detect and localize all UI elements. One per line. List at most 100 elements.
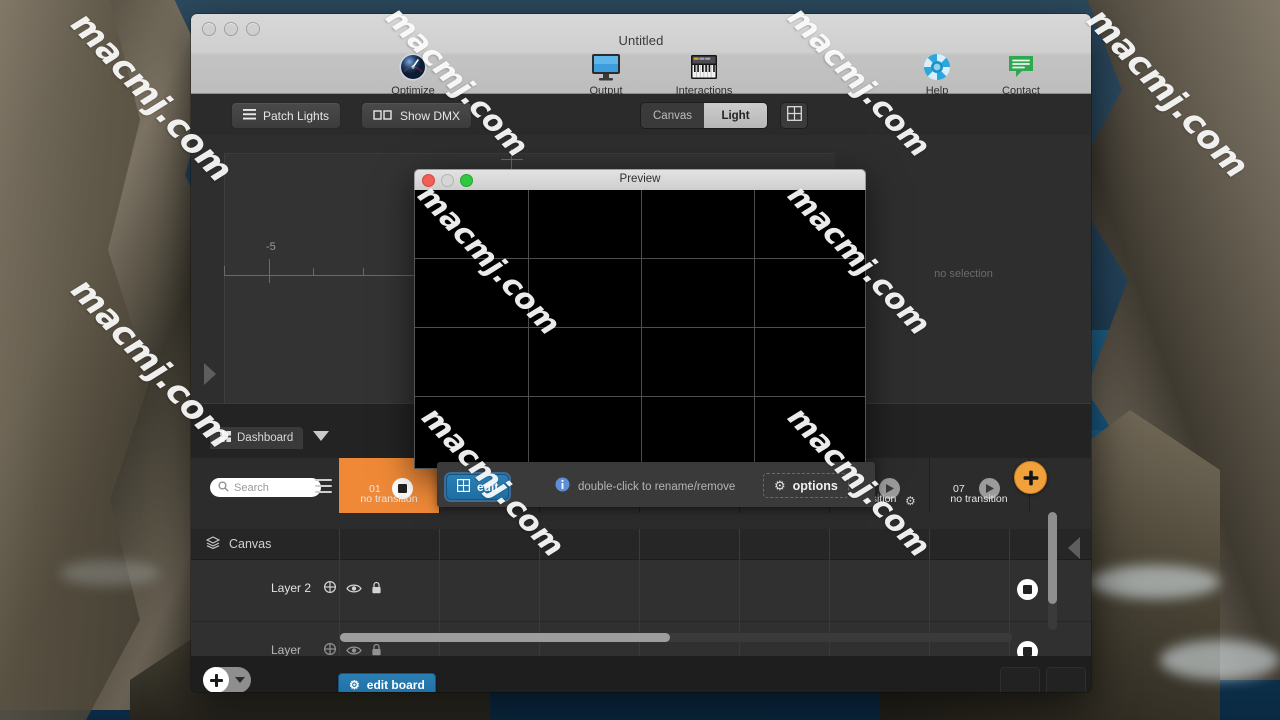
add-button[interactable] xyxy=(203,667,251,692)
show-dmx-button[interactable]: Show DMX xyxy=(361,102,473,129)
preview-canvas[interactable] xyxy=(414,190,866,469)
gear-icon: ⚙ xyxy=(349,678,360,692)
edit-board-button[interactable]: ⚙ edit board xyxy=(338,673,436,692)
search-icon xyxy=(218,480,229,495)
preview-title: Preview xyxy=(619,173,661,185)
horizontal-scrollbar-thumb[interactable] xyxy=(340,633,670,642)
plus-icon xyxy=(203,667,229,692)
toolbar-item-optimize[interactable]: Optimize xyxy=(370,52,456,97)
vertical-scrollbar-thumb[interactable] xyxy=(1048,512,1057,604)
preview-grid-line xyxy=(415,258,865,259)
layer-name: Layer xyxy=(271,643,302,656)
options-button[interactable]: ⚙ options xyxy=(763,473,849,498)
triangle-down-icon[interactable] xyxy=(235,677,245,683)
segment-light[interactable]: Light xyxy=(704,103,767,128)
tab-dashboard-label: Dashboard xyxy=(237,432,294,444)
lifesaver-icon xyxy=(894,52,980,82)
lock-icon[interactable] xyxy=(371,643,382,657)
rename-hint-label: double-click to rename/remove xyxy=(578,481,736,493)
gear-icon[interactable]: ⚙ xyxy=(905,494,916,508)
layer-controls[interactable] xyxy=(323,580,382,599)
right-collapse-arrow[interactable] xyxy=(1068,537,1080,559)
ruler-tick xyxy=(313,268,314,276)
eye-icon[interactable] xyxy=(346,581,362,599)
vertical-scrollbar[interactable] xyxy=(1048,512,1057,630)
patch-lights-label: Patch Lights xyxy=(263,108,330,123)
preview-grid-line xyxy=(415,327,865,328)
search-placeholder: Search xyxy=(234,481,269,494)
tab-dashboard[interactable]: Dashboard xyxy=(210,427,304,449)
monitor-icon xyxy=(563,52,649,82)
layer-group-label: Canvas xyxy=(229,537,272,551)
triangle-down-icon[interactable] xyxy=(313,431,329,441)
cue-slot-07[interactable]: 07 no transition xyxy=(929,458,1030,513)
preview-grid-line xyxy=(528,190,529,468)
segment-canvas[interactable]: Canvas xyxy=(641,103,704,128)
canvas-light-segmented-control[interactable]: Canvas Light xyxy=(640,102,768,129)
main-toolbar: Optimize Output Interactions Help Contac… xyxy=(191,52,1091,98)
grid-view-button[interactable] xyxy=(780,102,808,129)
window-title: Untitled xyxy=(618,33,664,48)
target-icon[interactable] xyxy=(323,642,337,656)
bottom-slot[interactable] xyxy=(1000,667,1040,692)
grid-icon xyxy=(786,105,802,126)
speech-bubble-icon xyxy=(978,52,1064,82)
edit-label: edit xyxy=(477,480,499,494)
cue-transition-label: no transition xyxy=(360,493,418,505)
keyboard-icon xyxy=(661,52,747,82)
ruler-tick xyxy=(363,268,364,276)
eye-icon[interactable] xyxy=(346,643,362,657)
dmx-icon xyxy=(373,109,393,123)
ruler-tick-major xyxy=(269,259,270,283)
layer-stop-button[interactable] xyxy=(1017,641,1038,656)
layers-icon xyxy=(205,536,221,552)
target-icon[interactable] xyxy=(323,580,337,599)
table-row[interactable]: Layer 2 xyxy=(191,559,1091,622)
preview-titlebar[interactable]: Preview xyxy=(414,169,866,190)
preview-grid-line xyxy=(754,190,755,468)
bottom-bar: ⚙ edit board xyxy=(191,656,1091,692)
edit-hint-bar: edit double-click to rename/remove ⚙ opt… xyxy=(437,462,875,507)
gauge-icon xyxy=(370,52,456,82)
search-input[interactable]: Search xyxy=(210,478,321,497)
ruler-tick-vertical xyxy=(511,149,512,171)
layer-controls[interactable] xyxy=(323,642,382,656)
toolbar-item-help[interactable]: Help xyxy=(894,52,980,97)
layer-name: Layer 2 xyxy=(271,581,312,595)
ruler-label: -5 xyxy=(266,241,276,253)
no-selection-label: no selection xyxy=(934,268,993,280)
window-titlebar[interactable]: Untitled Optimize Output Interactions He… xyxy=(191,14,1091,97)
toolbar-item-contact[interactable]: Contact xyxy=(978,52,1064,97)
preview-window[interactable]: Preview xyxy=(414,169,866,469)
options-label: options xyxy=(792,478,838,493)
toolbar-item-interactions[interactable]: Interactions xyxy=(661,52,747,97)
wallpaper-surf xyxy=(60,560,160,586)
gear-icon: ⚙ xyxy=(774,477,786,493)
rename-hint: double-click to rename/remove xyxy=(555,477,735,497)
grid-icon xyxy=(457,479,471,495)
wallpaper-surf xyxy=(1090,565,1220,599)
info-icon xyxy=(555,477,570,497)
left-collapse-arrow[interactable] xyxy=(204,363,216,385)
grid-squares-icon xyxy=(220,431,231,445)
layer-group-canvas[interactable]: Canvas xyxy=(191,529,1091,560)
control-bar: Patch Lights Show DMX Canvas Light xyxy=(191,94,1091,137)
layer-stop-button[interactable] xyxy=(1017,579,1038,600)
patch-lights-button[interactable]: Patch Lights xyxy=(231,102,342,129)
board-list-button[interactable] xyxy=(315,479,332,497)
edit-board-label: edit board xyxy=(366,678,425,692)
wallpaper-surf xyxy=(1160,640,1280,680)
ruler-tick xyxy=(224,266,225,276)
cue-transition-label: no transition xyxy=(950,493,1008,505)
edit-button[interactable]: edit xyxy=(446,474,510,500)
lock-icon[interactable] xyxy=(371,581,382,599)
hamburger-icon xyxy=(243,108,256,123)
horizontal-scrollbar[interactable] xyxy=(340,633,1012,642)
ruler-tick-crosshair xyxy=(501,159,523,160)
add-cue-button[interactable] xyxy=(1014,461,1047,494)
bottom-slot[interactable] xyxy=(1046,667,1086,692)
preview-grid-line xyxy=(641,190,642,468)
preview-grid-line xyxy=(415,396,865,397)
show-dmx-label: Show DMX xyxy=(400,108,461,123)
toolbar-item-output[interactable]: Output xyxy=(563,52,649,97)
